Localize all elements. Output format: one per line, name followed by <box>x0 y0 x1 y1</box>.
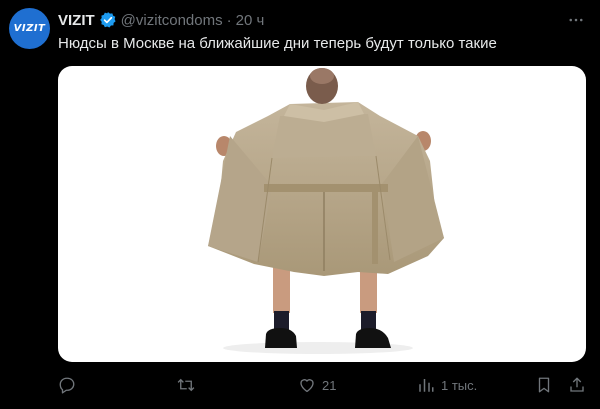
like-button[interactable]: 21 <box>298 372 336 398</box>
bookmark-button[interactable] <box>536 372 552 398</box>
more-icon[interactable] <box>566 10 586 30</box>
reply-icon <box>58 376 76 394</box>
avatar[interactable]: VIZIT <box>9 8 50 49</box>
avatar-logo-text: VIZIT <box>13 23 46 34</box>
reply-button[interactable] <box>58 372 82 398</box>
tweet-image[interactable] <box>58 66 586 362</box>
views-icon <box>417 376 435 394</box>
retweet-icon <box>176 376 196 394</box>
tweet-actions: 21 1 тыс. <box>58 372 588 398</box>
retweet-button[interactable] <box>176 372 202 398</box>
tweet-header: VIZIT @vizitcondoms · 20 ч <box>58 10 264 30</box>
like-icon <box>298 376 316 394</box>
share-button[interactable] <box>568 372 586 398</box>
share-icon <box>568 376 586 394</box>
separator-dot: · <box>226 11 232 29</box>
bookmark-icon <box>536 376 552 394</box>
tweet-text: Нюдсы в Москве на ближайшие дни теперь б… <box>58 35 497 52</box>
like-count: 21 <box>322 377 337 393</box>
user-handle[interactable]: @vizitcondoms <box>121 12 223 29</box>
views-count: 1 тыс. <box>441 377 478 393</box>
views-button[interactable]: 1 тыс. <box>417 372 477 398</box>
trench-coat-man-illustration <box>208 68 444 354</box>
display-name[interactable]: VIZIT <box>58 12 95 29</box>
verified-badge-icon <box>99 11 117 29</box>
timestamp[interactable]: 20 ч <box>236 12 265 29</box>
